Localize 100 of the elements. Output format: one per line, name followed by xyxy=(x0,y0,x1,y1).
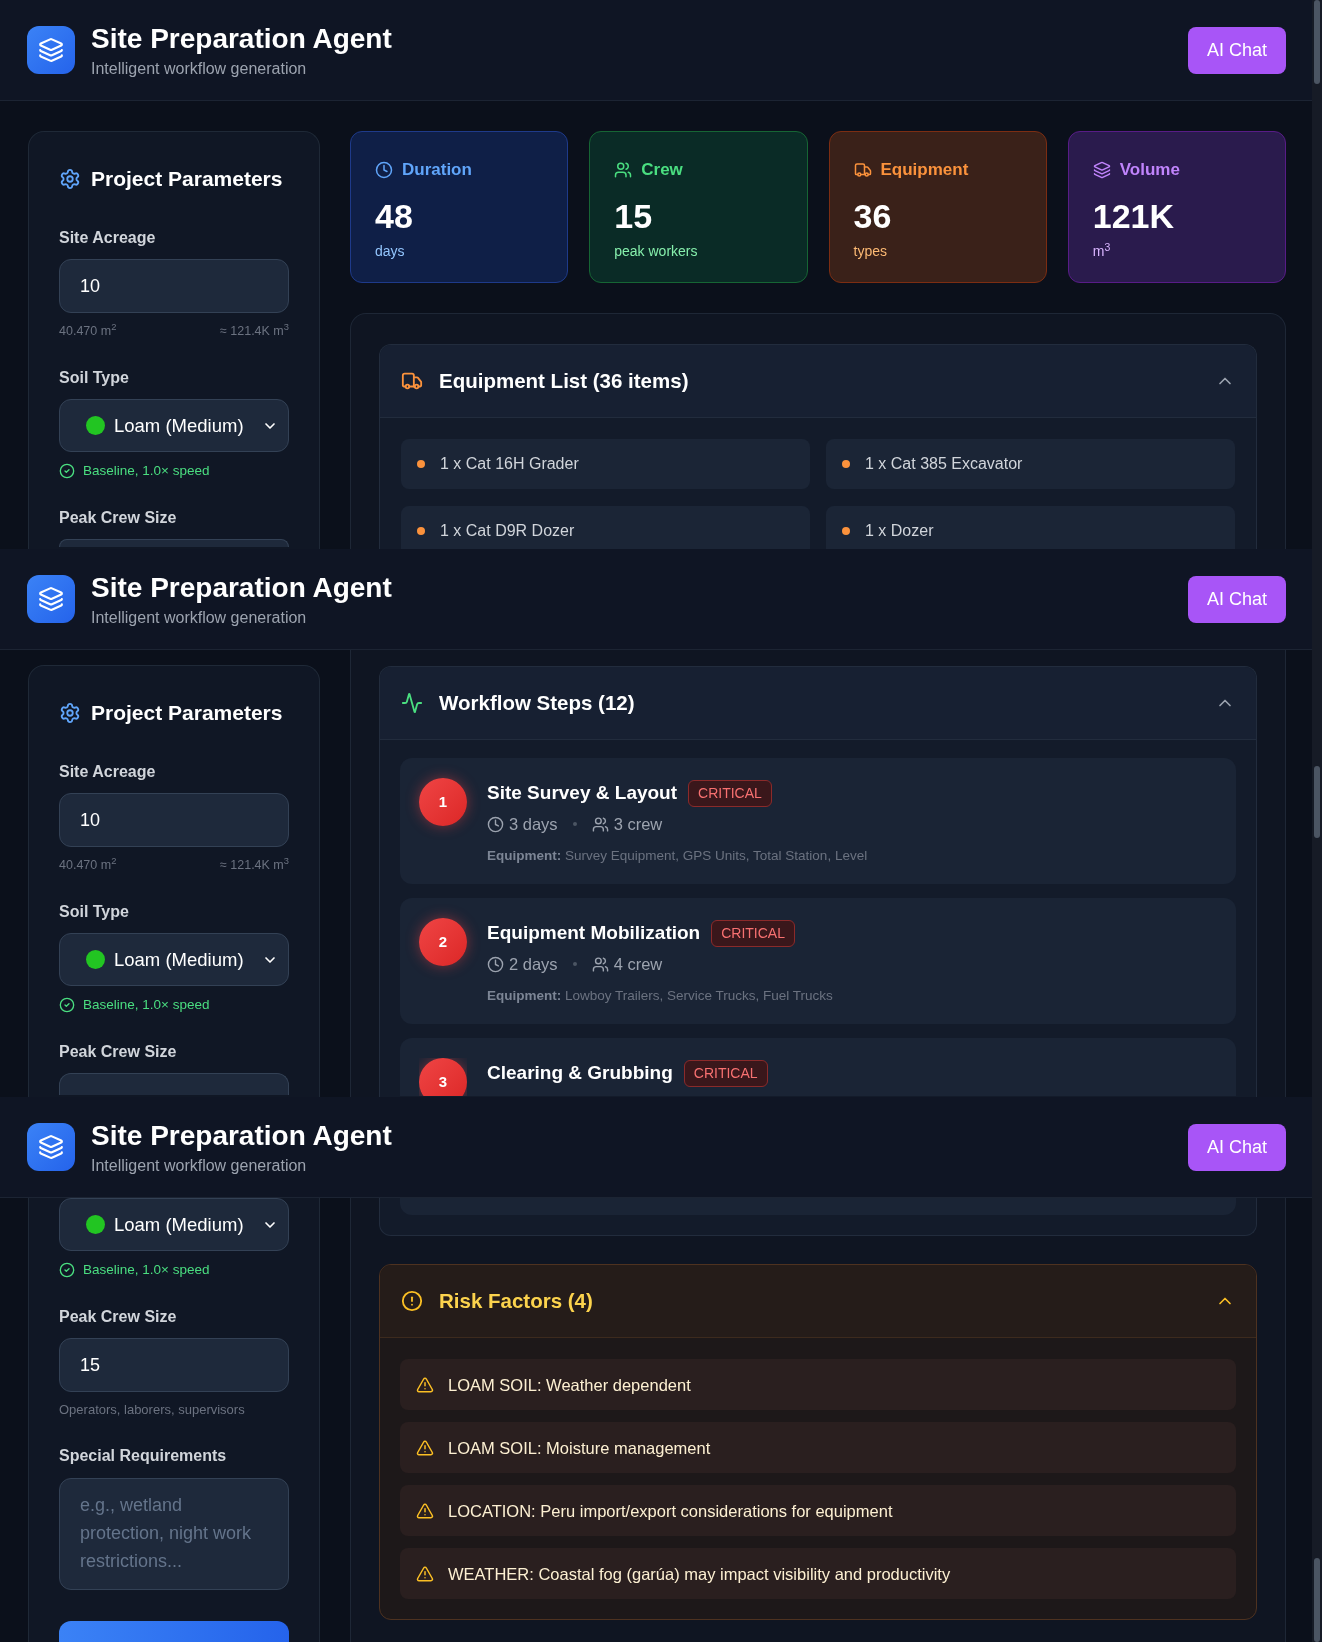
speed-note: Baseline, 1.0× speed xyxy=(83,997,210,1013)
users-icon xyxy=(591,815,609,833)
field-label: Peak Crew Size xyxy=(59,508,178,528)
panel-title: Project Parameters xyxy=(91,166,283,192)
speed-note: Baseline, 1.0× speed xyxy=(83,463,210,479)
soil-type-select[interactable]: Loam (Medium) xyxy=(59,399,289,452)
check-circle-icon xyxy=(59,997,75,1013)
step-equipment: Equipment: Survey Equipment, GPS Units, Total Station, Level xyxy=(487,847,868,865)
field-label: Special Requirements xyxy=(59,1446,228,1466)
number-input[interactable] xyxy=(59,1073,289,1095)
app-subtitle: Intelligent workflow generation xyxy=(91,607,308,628)
stat-value: 36 xyxy=(853,196,893,236)
soil-type-select[interactable]: Loam (Medium) xyxy=(59,933,289,986)
settings-icon xyxy=(59,168,81,190)
stat-label: Volume xyxy=(1119,159,1180,181)
layers-icon xyxy=(1092,161,1111,179)
stat-label: Crew xyxy=(641,159,683,181)
stat-unit: types xyxy=(853,242,888,260)
equipment-item: 1 x Cat 385 Excavator xyxy=(826,439,1235,489)
requirements-textarea[interactable]: e.g., wetland protection, night work restrictions... xyxy=(59,1478,289,1590)
layers-icon xyxy=(27,1123,75,1171)
risk-item: WEATHER: Coastal fog (garúa) may impact visibility and productivity xyxy=(400,1548,1236,1599)
step-duration: 3 days xyxy=(509,813,558,835)
equipment-item: 1 x Cat D9R Dozer xyxy=(401,506,810,549)
number-input[interactable]: 10 xyxy=(59,259,289,313)
alert-circle-icon xyxy=(401,1290,423,1312)
panel-header[interactable]: Equipment List (36 items) xyxy=(380,345,1256,418)
activity-icon xyxy=(401,692,423,714)
step-crew: 4 crew xyxy=(613,953,663,975)
step-title: Site Survey & Layout xyxy=(487,781,678,805)
step-crew: 3 crew xyxy=(613,813,663,835)
priority-badge: CRITICAL xyxy=(688,779,772,807)
hint-text: 40.470 m$^{2}$ xyxy=(59,857,117,873)
stat-label: Equipment xyxy=(880,159,969,181)
field-label: Soil Type xyxy=(59,368,130,388)
clock-icon xyxy=(487,955,504,973)
field-label: Site Acreage xyxy=(59,228,157,248)
speed-note: Baseline, 1.0× speed xyxy=(83,1262,210,1278)
panel-title: Workflow Steps (12) xyxy=(439,690,635,716)
app-subtitle: Intelligent workflow generation xyxy=(91,1155,308,1176)
number-input[interactable]: 10 xyxy=(59,793,289,847)
stat-value: 15 xyxy=(614,196,654,236)
stat-label: Duration xyxy=(402,159,472,181)
panel-header[interactable]: Risk Factors (4) xyxy=(380,1265,1256,1338)
panel-title: Risk Factors (4) xyxy=(439,1288,593,1314)
risk-item: LOAM SOIL: Weather dependent xyxy=(400,1359,1236,1410)
layers-icon xyxy=(27,26,75,74)
risk-item: LOAM SOIL: Moisture management xyxy=(400,1422,1236,1473)
number-input[interactable] xyxy=(59,539,289,547)
settings-icon xyxy=(59,702,81,724)
scrollbar[interactable] xyxy=(1312,0,1322,549)
step-duration: 2 days xyxy=(509,953,558,975)
panel-title: Project Parameters xyxy=(91,700,283,726)
submit-button[interactable] xyxy=(59,1621,289,1642)
ai-chat-button[interactable]: AI Chat xyxy=(1187,1123,1286,1171)
field-label: Site Acreage xyxy=(59,762,157,782)
hint-text: ≈ 121.4K m$^{3}$ xyxy=(219,323,289,339)
priority-badge: CRITICAL xyxy=(711,919,795,947)
truck-icon xyxy=(401,370,423,392)
clock-icon xyxy=(487,815,504,833)
warning-icon xyxy=(416,1375,434,1394)
ai-chat-button[interactable]: AI Chat xyxy=(1187,575,1286,623)
panel-header[interactable]: Workflow Steps (12) xyxy=(380,667,1256,740)
app-title: Site Preparation Agent xyxy=(91,21,392,56)
priority-badge: CRITICAL xyxy=(683,1059,768,1087)
risk-item: LOCATION: Peru import/export considerations for equipment xyxy=(400,1485,1236,1536)
users-icon xyxy=(614,161,633,179)
stat-unit: m$^{3}$ xyxy=(1092,242,1112,260)
stat-value: 48 xyxy=(375,196,414,236)
warning-icon xyxy=(416,1501,434,1520)
app-title: Site Preparation Agent xyxy=(91,570,392,605)
step-number: 3 xyxy=(419,1058,467,1096)
stat-unit: peak workers xyxy=(614,242,699,260)
step-title: Equipment Mobilization xyxy=(487,921,701,945)
check-circle-icon xyxy=(59,1262,75,1278)
stat-value: 121K xyxy=(1092,196,1176,236)
truck-icon xyxy=(853,161,872,179)
hint-text: Operators, laborers, supervisors xyxy=(59,1402,246,1418)
users-icon xyxy=(591,955,609,973)
soil-type-select[interactable]: Loam (Medium) xyxy=(59,1198,289,1251)
scrollbar-thumb[interactable] xyxy=(1314,1558,1320,1642)
scrollbar-thumb[interactable] xyxy=(1314,766,1320,838)
app-subtitle: Intelligent workflow generation xyxy=(91,58,308,79)
check-circle-icon xyxy=(59,463,75,479)
warning-icon xyxy=(416,1564,434,1583)
warning-icon xyxy=(416,1438,434,1457)
field-label: Soil Type xyxy=(59,902,130,922)
panel-title: Equipment List (36 items) xyxy=(439,368,689,394)
scrollbar[interactable] xyxy=(1312,1097,1322,1642)
hint-text: 40.470 m$^{2}$ xyxy=(59,323,117,339)
number-input[interactable]: 15 xyxy=(59,1338,289,1392)
field-label: Peak Crew Size xyxy=(59,1042,178,1062)
equipment-item: 1 x Cat 16H Grader xyxy=(401,439,810,489)
ai-chat-button[interactable]: AI Chat xyxy=(1187,26,1286,74)
field-label: Peak Crew Size xyxy=(59,1307,178,1327)
scrollbar-thumb[interactable] xyxy=(1314,0,1320,84)
layers-icon xyxy=(27,575,75,623)
app-title: Site Preparation Agent xyxy=(91,1118,392,1153)
step-number: 1 xyxy=(419,778,467,826)
stat-unit: days xyxy=(375,242,406,260)
